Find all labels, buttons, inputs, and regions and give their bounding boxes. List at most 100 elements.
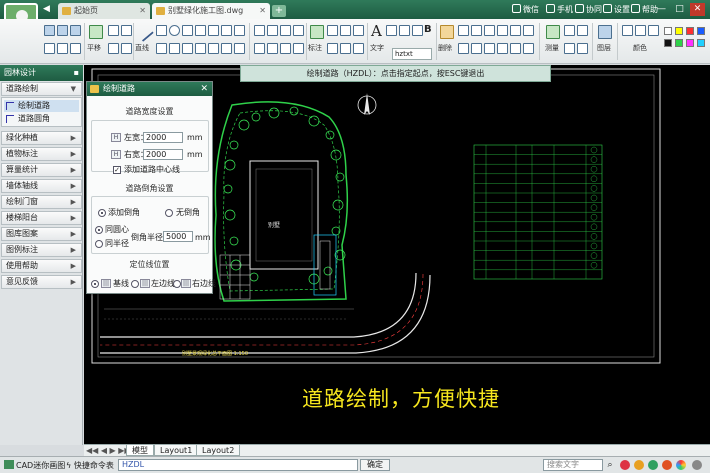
- status-red-icon[interactable]: [620, 460, 630, 470]
- aligned-dim-icon[interactable]: [340, 25, 351, 36]
- hatch-icon[interactable]: [234, 25, 245, 36]
- dimension-label[interactable]: 标注: [308, 44, 322, 53]
- mirror-icon[interactable]: [293, 25, 304, 36]
- break-icon[interactable]: [458, 43, 469, 54]
- status-green-icon[interactable]: [648, 460, 658, 470]
- stretch-icon[interactable]: [471, 25, 482, 36]
- revcloud-icon[interactable]: [182, 43, 193, 54]
- array-icon[interactable]: [497, 25, 508, 36]
- rotate-icon[interactable]: [280, 25, 291, 36]
- add-corner-radio[interactable]: [98, 209, 106, 217]
- match-prop-icon[interactable]: [497, 43, 508, 54]
- color-wheel-icon[interactable]: [676, 460, 686, 470]
- delete-icon[interactable]: [440, 25, 454, 39]
- tab-drawing-file[interactable]: 别墅绿化施工图.dwg ✕: [152, 3, 270, 19]
- color-swatch[interactable]: [686, 39, 694, 47]
- lengthen-icon[interactable]: [523, 43, 534, 54]
- save-as-icon[interactable]: [70, 25, 81, 36]
- offset-icon[interactable]: [254, 43, 265, 54]
- chamfer-icon[interactable]: [484, 43, 495, 54]
- table-icon[interactable]: [221, 43, 232, 54]
- pan-label[interactable]: 平移: [87, 44, 101, 53]
- linetype-icon[interactable]: [635, 25, 646, 36]
- category-item[interactable]: 墙体轴线 ▶: [1, 179, 82, 193]
- category-item[interactable]: 使用帮助 ▶: [1, 259, 82, 273]
- undo-icon[interactable]: [70, 43, 81, 54]
- trim-icon[interactable]: [267, 43, 278, 54]
- same-center-radio[interactable]: [95, 226, 103, 234]
- ellipse-icon[interactable]: [208, 25, 219, 36]
- color-label[interactable]: 颜色: [633, 44, 647, 53]
- ungroup-icon[interactable]: [523, 25, 534, 36]
- circle-icon[interactable]: [169, 25, 180, 36]
- maximize-icon[interactable]: □: [672, 3, 687, 16]
- color-swatch[interactable]: [664, 27, 672, 35]
- coordinate-icon[interactable]: [564, 43, 575, 54]
- group-icon[interactable]: [510, 25, 521, 36]
- color-wheel-icon[interactable]: [622, 25, 633, 36]
- fillet-icon[interactable]: [293, 43, 304, 54]
- diameter-dim-icon[interactable]: [340, 43, 351, 54]
- category-item[interactable]: 图库图案 ▶: [1, 227, 82, 241]
- font-select[interactable]: hztxt: [392, 48, 432, 60]
- tab-layout1[interactable]: Layout1: [154, 445, 199, 456]
- join-icon[interactable]: [471, 43, 482, 54]
- layer-icon[interactable]: [598, 25, 612, 39]
- leader-icon[interactable]: [353, 43, 364, 54]
- color-swatch[interactable]: [697, 27, 705, 35]
- line-label[interactable]: 直线: [135, 44, 149, 53]
- layer-label[interactable]: 图层: [597, 44, 611, 53]
- text-edit-icon[interactable]: [399, 25, 410, 36]
- no-corner-radio[interactable]: [165, 209, 173, 217]
- zoom-in-icon[interactable]: [108, 25, 119, 36]
- status-flame-icon[interactable]: [662, 460, 672, 470]
- save-icon[interactable]: [57, 25, 68, 36]
- scale-icon[interactable]: [484, 25, 495, 36]
- move-icon[interactable]: [254, 25, 265, 36]
- menu-settings[interactable]: 设置: [603, 4, 630, 15]
- image-icon[interactable]: [234, 43, 245, 54]
- zoom-out-icon[interactable]: [121, 25, 132, 36]
- same-radius-radio[interactable]: [95, 240, 103, 248]
- extend-icon[interactable]: [280, 43, 291, 54]
- angle-icon[interactable]: [577, 43, 588, 54]
- line-tool-icon[interactable]: [134, 22, 154, 42]
- left-edge-radio[interactable]: [131, 280, 139, 288]
- spline-icon[interactable]: [221, 25, 232, 36]
- right-width-input[interactable]: 2000: [143, 149, 183, 160]
- font-style-icon[interactable]: [386, 25, 397, 36]
- right-edge-radio[interactable]: [173, 280, 181, 288]
- insert-icon[interactable]: [208, 43, 219, 54]
- color-swatch[interactable]: [697, 39, 705, 47]
- shortcut-table-link[interactable]: ϟ 快捷命令表: [66, 460, 114, 471]
- tab-model[interactable]: 模型: [126, 445, 154, 456]
- menu-collab[interactable]: 协同: [575, 4, 602, 15]
- polygon-icon[interactable]: [169, 43, 180, 54]
- align-icon[interactable]: [510, 43, 521, 54]
- color-swatch[interactable]: [664, 39, 672, 47]
- status-orange-icon[interactable]: [634, 460, 644, 470]
- close-window-icon[interactable]: ✕: [690, 3, 705, 16]
- measure-label[interactable]: 测量: [545, 44, 559, 53]
- color-swatch[interactable]: [675, 39, 683, 47]
- category-item[interactable]: 绿化种植 ▶: [1, 131, 82, 145]
- left-width-input[interactable]: 2000: [143, 132, 183, 143]
- search-input[interactable]: 搜索文字: [543, 459, 603, 471]
- zoom-all-icon[interactable]: [121, 43, 132, 54]
- category-item[interactable]: 图例标注 ▶: [1, 243, 82, 257]
- close-icon[interactable]: ✕: [259, 3, 266, 19]
- radius-input[interactable]: 5000: [163, 231, 193, 242]
- command-input[interactable]: HZDL: [118, 459, 358, 471]
- text-tool-icon[interactable]: A: [371, 22, 382, 40]
- category-item[interactable]: 绘制门窗 ▶: [1, 195, 82, 209]
- polyline-icon[interactable]: [156, 25, 167, 36]
- delete-label[interactable]: 删除: [438, 44, 452, 53]
- grid-toggle-icon[interactable]: [692, 460, 702, 470]
- arc-icon[interactable]: [195, 25, 206, 36]
- base-line-radio[interactable]: [91, 280, 99, 288]
- center-line-checkbox[interactable]: ✓: [113, 166, 121, 174]
- menu-wechat[interactable]: 微信: [512, 4, 539, 15]
- text-label[interactable]: 文字: [370, 44, 384, 53]
- tab-layout2[interactable]: Layout2: [196, 445, 241, 456]
- close-icon[interactable]: ✕: [200, 82, 208, 96]
